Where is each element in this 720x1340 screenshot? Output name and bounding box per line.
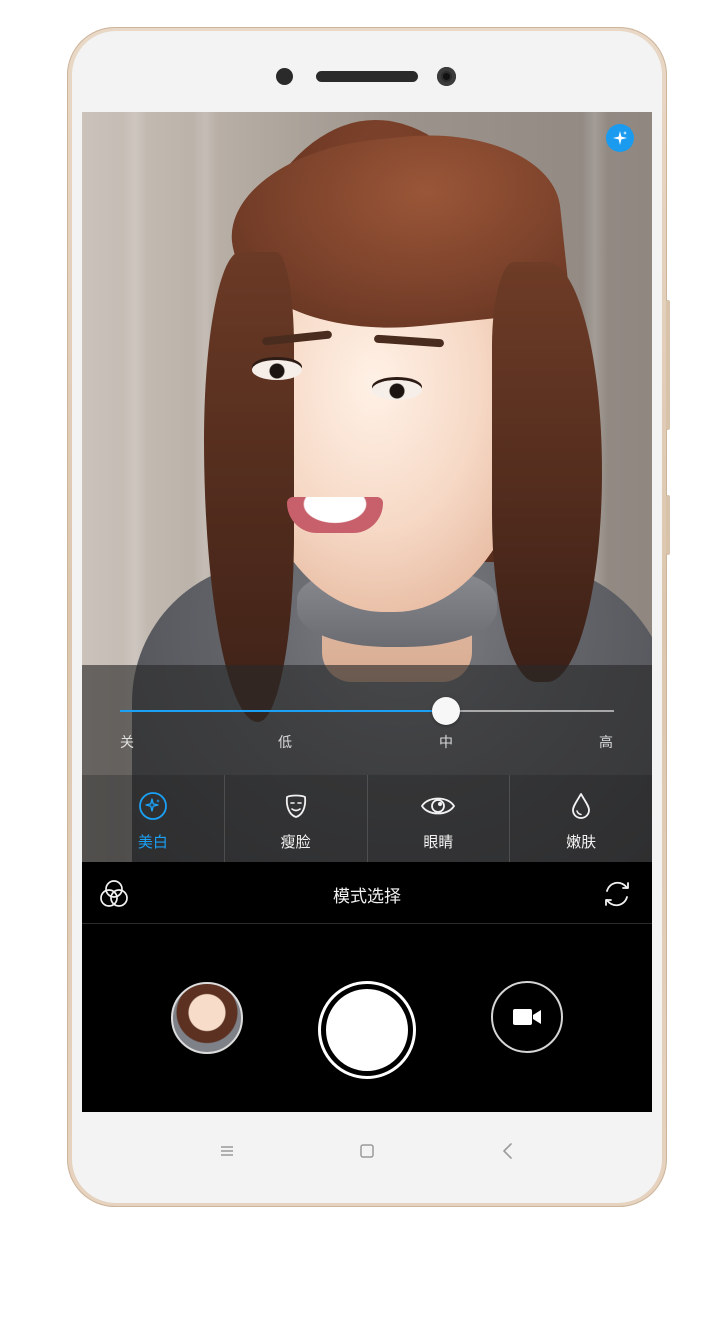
- tab-label: 美白: [137, 833, 168, 851]
- mode-select-title[interactable]: 模式选择: [333, 882, 401, 907]
- slider-fill: [120, 710, 446, 712]
- subject-eye: [372, 380, 422, 400]
- switch-camera-icon[interactable]: [600, 877, 634, 911]
- gallery-thumbnail[interactable]: [171, 982, 243, 1054]
- back-icon[interactable]: [500, 1143, 516, 1163]
- tab-label: 眼睛: [423, 833, 454, 851]
- tab-label: 嫩肤: [566, 833, 597, 851]
- subject-eye: [252, 360, 302, 380]
- level-label-high[interactable]: 高: [599, 732, 613, 752]
- subject-smile: [287, 497, 383, 533]
- capture-controls: [82, 924, 652, 1112]
- level-label-low[interactable]: 低: [278, 732, 292, 752]
- face-mask-icon: [281, 791, 311, 825]
- beauty-level-panel: 关 低 中 高: [82, 665, 652, 775]
- proximity-sensor: [276, 68, 293, 85]
- volume-button: [666, 495, 670, 555]
- eye-icon: [420, 791, 456, 825]
- tab-label: 瘦脸: [280, 833, 311, 851]
- beauty-level-slider[interactable]: [120, 697, 614, 725]
- level-label-off[interactable]: 关: [120, 732, 134, 752]
- menu-icon[interactable]: [219, 1143, 235, 1163]
- mode-bar: 模式选择: [82, 862, 652, 924]
- sparkle-icon[interactable]: [606, 124, 634, 152]
- tab-slim-face[interactable]: 瘦脸: [223, 775, 367, 862]
- front-camera-lens: [437, 67, 456, 86]
- power-button: [666, 300, 670, 430]
- droplet-icon: [566, 791, 596, 825]
- shutter-inner: [326, 989, 408, 1071]
- tab-whitening[interactable]: 美白: [82, 775, 224, 862]
- tab-smooth-skin[interactable]: 嫩肤: [509, 775, 652, 862]
- device-mockup: 关 低 中 高 美白 瘦脸 眼睛 嫩肤 模式选择: [0, 0, 720, 1340]
- beauty-tab-bar: 美白 瘦脸 眼睛 嫩肤: [82, 775, 652, 862]
- filter-circles-icon[interactable]: [98, 878, 130, 910]
- earpiece-speaker: [316, 71, 418, 82]
- home-icon[interactable]: [359, 1143, 375, 1163]
- shutter-button[interactable]: [318, 981, 416, 1079]
- level-label-medium[interactable]: 中: [439, 732, 453, 752]
- subject-hair-right: [492, 262, 602, 682]
- camera-screen: 关 低 中 高 美白 瘦脸 眼睛 嫩肤 模式选择: [82, 112, 652, 1112]
- video-camera-icon[interactable]: [491, 981, 563, 1053]
- tab-eyes[interactable]: 眼睛: [366, 775, 510, 862]
- sparkle-circle-icon: [138, 791, 168, 825]
- slider-thumb[interactable]: [432, 697, 460, 725]
